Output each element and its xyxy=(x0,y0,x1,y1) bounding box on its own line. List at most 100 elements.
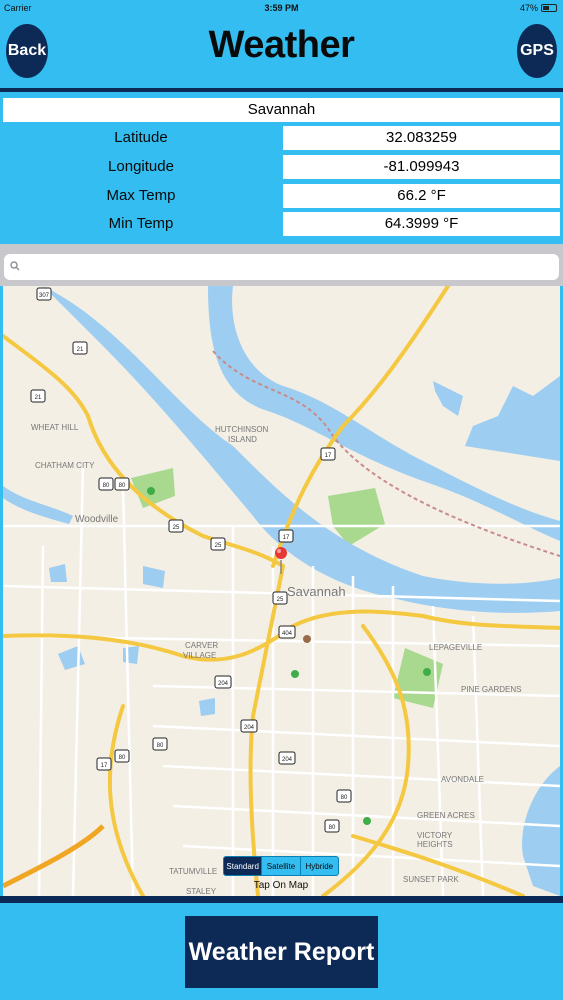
map-label-savannah: Savannah xyxy=(287,584,346,599)
route-shield: 17 xyxy=(320,447,336,461)
route-shield-label: 204 xyxy=(244,725,255,731)
longitude-label: Longitude xyxy=(108,158,174,175)
map-label-chatham-city: CHATHAM CITY xyxy=(35,461,95,470)
route-shield: 25 xyxy=(210,537,226,551)
route-shield: 204 xyxy=(240,719,258,733)
savannah-river xyxy=(43,286,560,613)
map-label-village: VILLAGE xyxy=(183,651,216,660)
map-label-staley: STALEY xyxy=(186,887,217,896)
pond xyxy=(58,646,85,670)
route-shield: 404 xyxy=(278,625,296,639)
route-shield: 307 xyxy=(36,287,52,301)
route-shield-label: 80 xyxy=(329,825,336,831)
route-shield: 17 xyxy=(96,757,112,771)
route-shield-label: 80 xyxy=(119,755,126,761)
map-canvas[interactable]: Savannah HUTCHINSON ISLAND WHEAT HILL CH… xyxy=(3,286,560,896)
route-shield-label: 17 xyxy=(325,453,332,459)
creek xyxy=(3,486,73,524)
map-label-avondale: AVONDALE xyxy=(441,775,484,784)
map-label-woodville: Woodville xyxy=(75,514,119,525)
route-shield: 80 xyxy=(114,477,130,491)
search-icon xyxy=(10,261,20,271)
route-shield: 21 xyxy=(30,389,46,403)
min-temp-label: Min Temp xyxy=(108,215,174,232)
route-shield-label: 25 xyxy=(215,543,222,549)
longitude-row: Longitude -81.099943 xyxy=(0,155,563,179)
route-shield-label: 25 xyxy=(277,597,284,603)
longitude-value: -81.099943 xyxy=(283,155,560,179)
park-poi-icon xyxy=(363,817,371,825)
map-label-green-acres: GREEN ACRES xyxy=(417,811,475,820)
marsh-water xyxy=(465,376,560,461)
route-shield-label: 307 xyxy=(39,293,50,299)
map-type-selector[interactable]: Standard Satellite Hybride xyxy=(223,856,339,876)
route-shield-label: 80 xyxy=(341,795,348,801)
status-bar: Carrier 3:59 PM 47% xyxy=(0,0,563,16)
route-shield-label: 204 xyxy=(282,757,293,763)
route-shield-label: 80 xyxy=(157,743,164,749)
max-temp-label: Max Temp xyxy=(106,187,176,204)
landmark-poi-icon xyxy=(303,635,311,643)
map-label-tatumville: TATUMVILLE xyxy=(169,867,217,876)
route-shield-label: 17 xyxy=(101,763,108,769)
map-view[interactable]: Savannah HUTCHINSON ISLAND WHEAT HILL CH… xyxy=(3,286,560,896)
route-shield: 25 xyxy=(272,591,288,605)
weather-report-button[interactable]: Weather Report xyxy=(185,916,378,988)
tap-on-map-hint: Tap On Map xyxy=(253,880,309,891)
max-temp-row: Max Temp 66.2 °F xyxy=(0,184,563,208)
gps-button[interactable]: GPS xyxy=(517,24,557,78)
route-shield: 17 xyxy=(278,529,294,543)
pond xyxy=(49,564,67,582)
location-info-panel: Savannah Latitude 32.083259 Longitude -8… xyxy=(0,92,563,244)
route-shield: 80 xyxy=(98,477,114,491)
pond xyxy=(123,646,139,664)
city-name-field[interactable]: Savannah xyxy=(3,98,560,122)
route-shield-label: 404 xyxy=(282,631,293,637)
search-bar xyxy=(0,244,563,286)
max-temp-value: 66.2 °F xyxy=(283,184,560,208)
map-label-carver: CARVER xyxy=(185,641,218,650)
route-shield: 80 xyxy=(336,789,352,803)
min-temp-row: Min Temp 64.3999 °F xyxy=(0,212,563,236)
route-shield-label: 80 xyxy=(119,483,126,489)
map-label-pine-gardens: PINE GARDENS xyxy=(461,685,521,694)
map-label-wheat-hill: WHEAT HILL xyxy=(31,423,79,432)
park-poi-icon xyxy=(423,668,431,676)
pond xyxy=(433,381,463,416)
route-shield-label: 80 xyxy=(103,483,110,489)
route-shield: 80 xyxy=(324,819,340,833)
status-time: 3:59 PM xyxy=(264,3,299,13)
map-type-hybrid[interactable]: Hybride xyxy=(299,857,338,875)
park-poi-icon xyxy=(147,487,155,495)
battery-indicator: 47% xyxy=(520,3,557,13)
map-type-standard[interactable]: Standard xyxy=(224,857,262,875)
page-title: Weather xyxy=(208,24,355,66)
battery-icon xyxy=(541,4,557,12)
pond xyxy=(143,566,165,588)
latitude-row: Latitude 32.083259 xyxy=(0,126,563,150)
route-shield: 80 xyxy=(114,749,130,763)
map-label-sunset-park: SUNSET PARK xyxy=(403,875,459,884)
search-input[interactable] xyxy=(4,254,559,280)
route-shield: 80 xyxy=(152,737,168,751)
route-shield: 21 xyxy=(72,341,88,355)
route-shield: 204 xyxy=(214,675,232,689)
route-shield-label: 204 xyxy=(218,681,229,687)
route-shield-label: 17 xyxy=(283,535,290,541)
map-label-heights: HEIGHTS xyxy=(417,840,453,849)
route-shield: 25 xyxy=(168,519,184,533)
route-shield-label: 25 xyxy=(173,525,180,531)
map-label-hutchinson: HUTCHINSON xyxy=(215,425,269,434)
pond xyxy=(199,698,215,716)
battery-percent: 47% xyxy=(519,3,538,13)
min-temp-value: 64.3999 °F xyxy=(283,212,560,236)
nav-header: Back Weather GPS xyxy=(0,16,563,88)
latitude-value: 32.083259 xyxy=(283,126,560,150)
map-type-satellite[interactable]: Satellite xyxy=(261,857,299,875)
map-label-victory: VICTORY xyxy=(417,831,453,840)
route-shield-label: 21 xyxy=(35,395,42,401)
footer: Weather Report xyxy=(0,903,563,1000)
map-label-lepageville: LEPAGEVILLE xyxy=(429,643,482,652)
latitude-label: Latitude xyxy=(114,129,168,146)
footer-divider xyxy=(0,896,563,903)
